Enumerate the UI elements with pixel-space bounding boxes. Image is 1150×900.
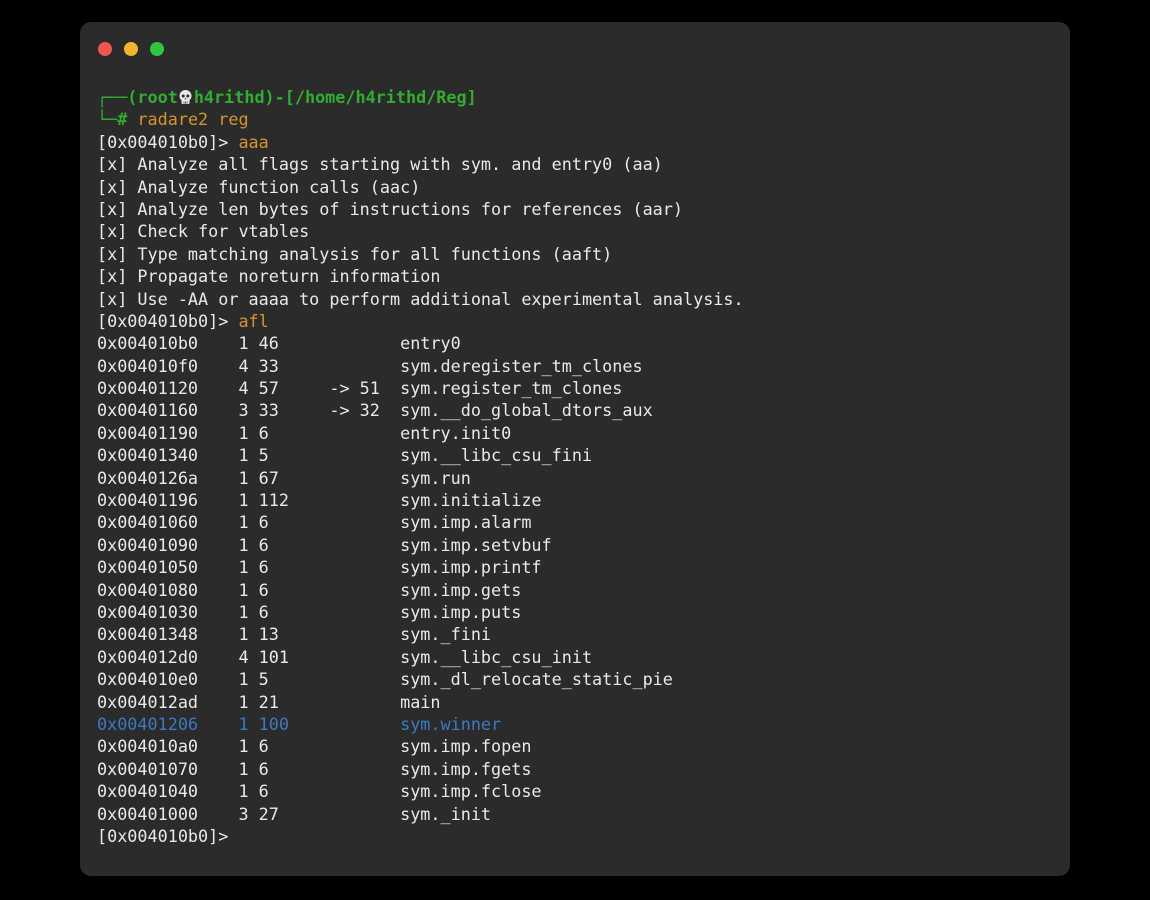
text-segment: [x] Analyze all flags starting with sym.… bbox=[97, 154, 663, 174]
text-segment: 0x004010b0 1 46 entry0 bbox=[97, 333, 461, 353]
terminal-line: └─# radare2 reg bbox=[97, 108, 1062, 130]
terminal-line: [0x004010b0]> afl bbox=[97, 310, 1062, 332]
text-segment: h4rithd)-[/home/h4rithd/Reg] bbox=[194, 87, 477, 107]
terminal-line: 0x0040126a 1 67 sym.run bbox=[97, 467, 1062, 489]
terminal-line: [x] Propagate noreturn information bbox=[97, 265, 1062, 287]
terminal-line: 0x00401030 1 6 sym.imp.puts bbox=[97, 601, 1062, 623]
terminal-line: 0x00401206 1 100 sym.winner bbox=[97, 713, 1062, 735]
text-segment: [x] Analyze function calls (aac) bbox=[97, 177, 420, 197]
text-segment: 0x00401050 1 6 sym.imp.printf bbox=[97, 557, 542, 577]
text-segment: 0x00401000 3 27 sym._init bbox=[97, 804, 491, 824]
text-segment: 0x004010a0 1 6 sym.imp.fopen bbox=[97, 736, 531, 756]
text-segment: [0x004010b0]> bbox=[97, 826, 228, 846]
skull-icon bbox=[178, 86, 194, 108]
terminal-line: 0x00401190 1 6 entry.init0 bbox=[97, 422, 1062, 444]
text-segment: 0x00401060 1 6 sym.imp.alarm bbox=[97, 512, 531, 532]
text-segment: 0x00401080 1 6 sym.imp.gets bbox=[97, 580, 521, 600]
text-segment: afl bbox=[238, 311, 268, 331]
terminal-line: 0x00401120 4 57 -> 51 sym.register_tm_cl… bbox=[97, 377, 1062, 399]
text-segment: 0x00401160 3 33 -> 32 sym.__do_global_dt… bbox=[97, 400, 653, 420]
terminal-line: 0x004010f0 4 33 sym.deregister_tm_clones bbox=[97, 355, 1062, 377]
text-segment: [x] Type matching analysis for all funct… bbox=[97, 244, 612, 264]
terminal-line: 0x00401090 1 6 sym.imp.setvbuf bbox=[97, 534, 1062, 556]
text-segment: 0x00401196 1 112 sym.initialize bbox=[97, 490, 542, 510]
terminal-line: [x] Analyze all flags starting with sym.… bbox=[97, 153, 1062, 175]
terminal-line: 0x00401196 1 112 sym.initialize bbox=[97, 489, 1062, 511]
terminal-line: 0x004012d0 4 101 sym.__libc_csu_init bbox=[97, 646, 1062, 668]
text-segment: 0x00401340 1 5 sym.__libc_csu_fini bbox=[97, 445, 592, 465]
text-segment: 0x00401030 1 6 sym.imp.puts bbox=[97, 602, 521, 622]
terminal-line: [x] Analyze function calls (aac) bbox=[97, 176, 1062, 198]
terminal-line: [0x004010b0]> aaa bbox=[97, 131, 1062, 153]
terminal-line: 0x00401060 1 6 sym.imp.alarm bbox=[97, 511, 1062, 533]
terminal-line: [x] Type matching analysis for all funct… bbox=[97, 243, 1062, 265]
text-segment: 0x00401348 1 13 sym._fini bbox=[97, 624, 491, 644]
minimize-button[interactable] bbox=[124, 42, 138, 56]
text-segment: [x] Use -AA or aaaa to perform additiona… bbox=[97, 289, 744, 309]
terminal-line: 0x004010b0 1 46 entry0 bbox=[97, 332, 1062, 354]
terminal-line: 0x00401050 1 6 sym.imp.printf bbox=[97, 556, 1062, 578]
terminal-line: [x] Use -AA or aaaa to perform additiona… bbox=[97, 288, 1062, 310]
terminal-line: 0x004010e0 1 5 sym._dl_relocate_static_p… bbox=[97, 668, 1062, 690]
terminal-line: 0x00401080 1 6 sym.imp.gets bbox=[97, 579, 1062, 601]
text-segment: └─# bbox=[97, 109, 137, 129]
text-segment: 0x00401090 1 6 sym.imp.setvbuf bbox=[97, 535, 552, 555]
text-segment: aaa bbox=[238, 132, 268, 152]
terminal-line: 0x00401348 1 13 sym._fini bbox=[97, 623, 1062, 645]
terminal-line: 0x00401000 3 27 sym._init bbox=[97, 803, 1062, 825]
terminal-line: 0x004012ad 1 21 main bbox=[97, 691, 1062, 713]
terminal-line: 0x00401340 1 5 sym.__libc_csu_fini bbox=[97, 444, 1062, 466]
terminal-window: ┌──(root h4rithd)-[/home/h4rithd/Reg]└─# … bbox=[80, 22, 1070, 876]
text-segment: 0x004010e0 1 5 sym._dl_relocate_static_p… bbox=[97, 669, 673, 689]
terminal-line: 0x004010a0 1 6 sym.imp.fopen bbox=[97, 735, 1062, 757]
text-segment: 0x00401070 1 6 sym.imp.fgets bbox=[97, 759, 531, 779]
text-segment: 0x0040126a 1 67 sym.run bbox=[97, 468, 471, 488]
text-segment: [x] Propagate noreturn information bbox=[97, 266, 441, 286]
text-segment: 0x00401190 1 6 entry.init0 bbox=[97, 423, 511, 443]
text-segment: 0x004012ad 1 21 main bbox=[97, 692, 441, 712]
terminal-line: 0x00401040 1 6 sym.imp.fclose bbox=[97, 780, 1062, 802]
text-segment: ┌──(root bbox=[97, 87, 178, 107]
text-segment: radare2 reg bbox=[137, 109, 248, 129]
text-segment: 0x004010f0 4 33 sym.deregister_tm_clones bbox=[97, 356, 643, 376]
text-segment: [0x004010b0]> bbox=[97, 311, 238, 331]
text-segment: 0x00401120 4 57 -> 51 sym.register_tm_cl… bbox=[97, 378, 622, 398]
text-segment: 0x00401040 1 6 sym.imp.fclose bbox=[97, 781, 542, 801]
terminal-body[interactable]: ┌──(root h4rithd)-[/home/h4rithd/Reg]└─# … bbox=[97, 86, 1062, 847]
text-segment: [x] Analyze len bytes of instructions fo… bbox=[97, 199, 683, 219]
close-button[interactable] bbox=[98, 42, 112, 56]
terminal-line: [x] Analyze len bytes of instructions fo… bbox=[97, 198, 1062, 220]
terminal-line: [0x004010b0]> bbox=[97, 825, 1062, 847]
terminal-line: [x] Check for vtables bbox=[97, 220, 1062, 242]
terminal-line: ┌──(root h4rithd)-[/home/h4rithd/Reg] bbox=[97, 86, 1062, 108]
maximize-button[interactable] bbox=[150, 42, 164, 56]
text-segment: [x] Check for vtables bbox=[97, 221, 309, 241]
text-segment: 0x00401206 1 100 sym.winner bbox=[97, 714, 501, 734]
window-controls bbox=[98, 42, 164, 56]
text-segment: 0x004012d0 4 101 sym.__libc_csu_init bbox=[97, 647, 592, 667]
text-segment: [0x004010b0]> bbox=[97, 132, 238, 152]
terminal-line: 0x00401070 1 6 sym.imp.fgets bbox=[97, 758, 1062, 780]
terminal-line: 0x00401160 3 33 -> 32 sym.__do_global_dt… bbox=[97, 399, 1062, 421]
